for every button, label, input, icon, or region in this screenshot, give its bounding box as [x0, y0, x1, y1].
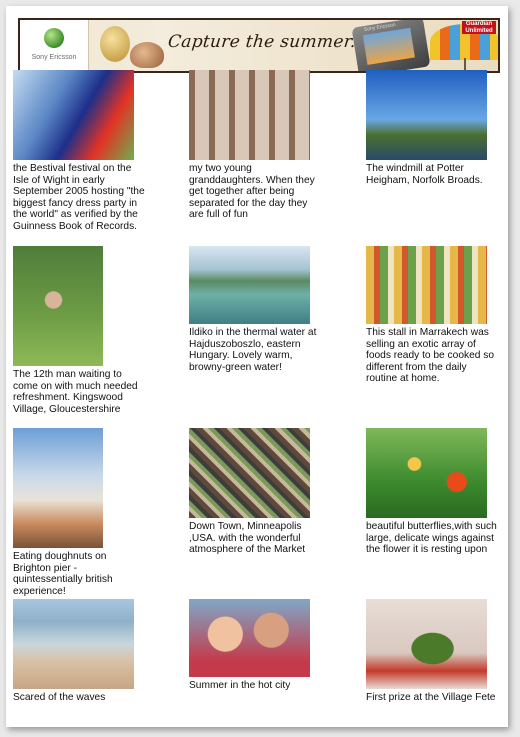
photo-card: First prize at the Village Fete	[366, 599, 498, 704]
shell-decoration	[130, 42, 164, 68]
brand-globe-icon	[44, 28, 64, 48]
photo-thumbnail[interactable]	[13, 599, 134, 689]
photo-thumbnail[interactable]	[189, 599, 310, 677]
banner-tagline: Capture the summer...	[166, 32, 369, 52]
photo-caption: Scared of the waves	[13, 692, 106, 703]
photo-card: Summer in the hot city	[189, 599, 321, 692]
photo-card: The 12th man waiting to come on with muc…	[13, 246, 145, 415]
photo-card: The windmill at Potter Heigham, Norfolk …	[366, 70, 498, 186]
photo-caption: the Bestival festival on the Isle of Wig…	[13, 163, 145, 232]
photo-thumbnail[interactable]	[189, 428, 310, 518]
photo-caption: beautiful butterflies,with such large, d…	[366, 521, 497, 555]
brand-name: Sony Ericsson	[31, 54, 77, 61]
photo-thumbnail[interactable]	[13, 246, 103, 366]
photo-caption: This stall in Marrakech was selling an e…	[366, 327, 494, 384]
sony-ericsson-logo: Sony Ericsson	[20, 20, 89, 71]
gallery-page: Sony Ericsson Capture the summer... Sony…	[6, 6, 508, 727]
photo-thumbnail[interactable]	[189, 70, 310, 160]
photo-thumbnail[interactable]	[189, 246, 310, 324]
photo-card: Ildiko in the thermal water at Hajduszob…	[189, 246, 321, 373]
photo-thumbnail[interactable]	[366, 428, 487, 518]
sponsor-banner[interactable]: Sony Ericsson Capture the summer... Sony…	[18, 18, 500, 73]
phone-screen	[362, 27, 415, 65]
photo-caption: my two young granddaughters. When they g…	[189, 163, 315, 220]
photo-caption: Eating doughnuts on Brighton pier - quin…	[13, 551, 113, 597]
photo-thumbnail[interactable]	[366, 70, 487, 160]
phone-image: Sony Ericsson	[351, 20, 431, 71]
photo-card: my two young granddaughters. When they g…	[189, 70, 321, 221]
photo-thumbnail[interactable]	[13, 428, 103, 548]
guardian-unlimited-badge[interactable]: Guardian Unlimited	[462, 21, 496, 34]
photo-card: Eating doughnuts on Brighton pier - quin…	[13, 428, 145, 597]
photo-caption: Summer in the hot city	[189, 680, 291, 691]
photo-card: This stall in Marrakech was selling an e…	[366, 246, 498, 385]
photo-caption: Ildiko in the thermal water at Hajduszob…	[189, 327, 317, 373]
photo-caption: First prize at the Village Fete	[366, 692, 496, 703]
photo-thumbnail[interactable]	[13, 70, 134, 160]
photo-card: Down Town, Minneapolis ,USA. with the wo…	[189, 428, 321, 556]
photo-caption: Down Town, Minneapolis ,USA. with the wo…	[189, 521, 306, 555]
photo-caption: The windmill at Potter Heigham, Norfolk …	[366, 163, 483, 186]
photo-thumbnail[interactable]	[366, 599, 487, 689]
photo-caption: The 12th man waiting to come on with muc…	[13, 369, 138, 415]
photo-card: Scared of the waves	[13, 599, 145, 704]
lemon-decoration	[100, 26, 130, 62]
partner-sub: Unlimited	[465, 27, 493, 34]
photo-thumbnail[interactable]	[366, 246, 487, 324]
photo-card: the Bestival festival on the Isle of Wig…	[13, 70, 145, 232]
photo-card: beautiful butterflies,with such large, d…	[366, 428, 498, 556]
partner-name: Guardian	[465, 21, 493, 27]
